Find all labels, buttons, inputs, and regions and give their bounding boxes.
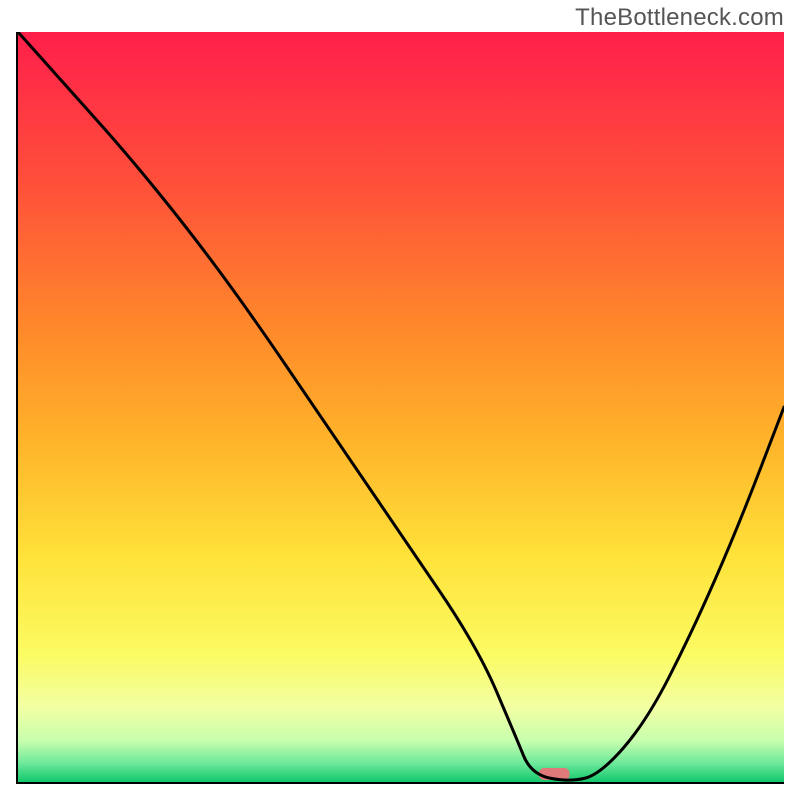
chart-svg (18, 32, 784, 782)
watermark-text: TheBottleneck.com (575, 4, 784, 32)
gradient-rect (18, 32, 784, 782)
plot-area (16, 32, 784, 784)
chart-container: TheBottleneck.com (0, 0, 800, 800)
